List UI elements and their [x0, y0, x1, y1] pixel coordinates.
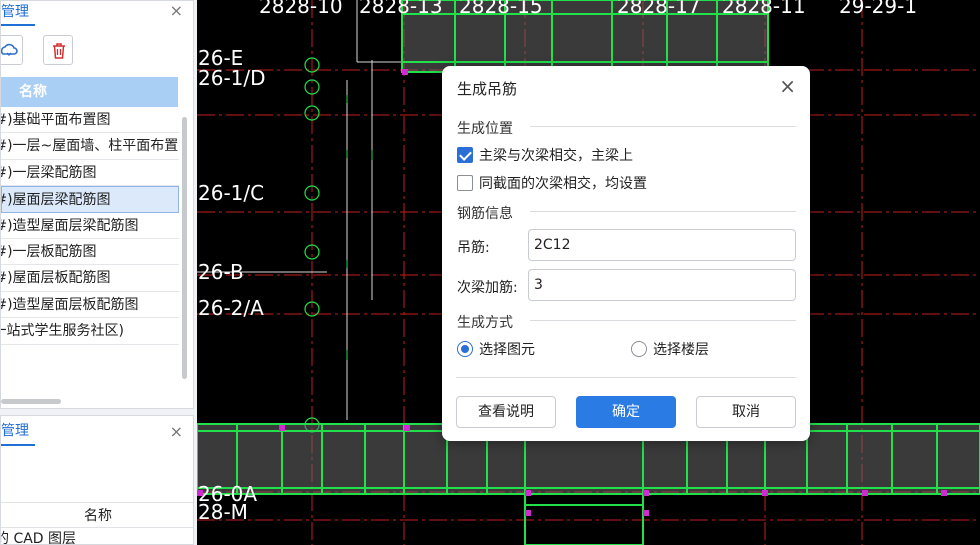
layer-list-item[interactable]: 的 CAD 图层	[0, 528, 77, 545]
radio-select-floor[interactable]: 选择楼层	[631, 339, 709, 359]
horizontal-scrollbar[interactable]	[1, 399, 61, 404]
axis-label-left: 26-B	[198, 260, 244, 284]
list-item-label: (1#)一层梁配筋图	[1, 164, 97, 181]
list-item-label: (1#)一层~屋面墙、柱平面布置图	[1, 138, 179, 155]
panel-tab-drawing-management[interactable]: 管理	[1, 1, 151, 25]
cloud-refresh-icon	[1, 43, 18, 56]
layer-column-header-name: 名称	[1, 502, 193, 528]
axis-label-top: 2828-15	[459, 0, 543, 18]
list-item[interactable]: (1#)造型屋面层梁配筋图	[1, 213, 179, 239]
checkbox-label: 同截面的次梁相交，均设置	[479, 176, 647, 192]
section-divider	[530, 320, 796, 321]
secondary-beam-rebar-label: 次梁加筋:	[457, 280, 518, 296]
axis-label-left: 26-2/A	[198, 296, 264, 320]
axis-label-top: 2828-17	[617, 0, 701, 18]
layer-item-label: 的 CAD 图层	[0, 531, 77, 545]
list-item[interactable]: (1#)一层梁配筋图	[1, 160, 179, 187]
drawing-list: (1#)基础平面布置图 (1#)一层~屋面墙、柱平面布置图 (1#)一层梁配筋图…	[1, 107, 179, 345]
radio-unselected-icon	[631, 341, 647, 357]
list-item-selected[interactable]: (1#)屋面层梁配筋图	[1, 186, 179, 213]
delete-drawing-button[interactable]	[43, 35, 73, 65]
list-item[interactable]: (1#)造型屋面层板配筋图	[1, 292, 179, 319]
axis-label-left: 28-M	[198, 500, 248, 524]
list-item-label: (一站式学生服务社区)	[1, 323, 124, 340]
axis-label-left: 26-E	[198, 46, 244, 70]
close-icon[interactable]: ×	[170, 422, 183, 442]
active-tab-indicator	[1, 24, 35, 26]
axis-label-top: 2828-11	[722, 0, 806, 18]
list-item[interactable]: (1#)一层板配筋图	[1, 239, 179, 266]
radio-selected-icon	[457, 341, 473, 357]
section-title-rebar-info: 钢筋信息	[457, 206, 513, 222]
list-item-label: (1#)一层板配筋图	[1, 243, 97, 260]
checkbox-main-secondary-intersection[interactable]: 主梁与次梁相交，主梁上	[457, 145, 633, 165]
secondary-beam-rebar-input[interactable]: 3	[528, 269, 796, 301]
section-title-method: 生成方式	[457, 315, 513, 331]
list-item[interactable]: (一站式学生服务社区)	[1, 318, 179, 345]
generate-hanger-rebar-dialog: 生成吊筋 × 生成位置 主梁与次梁相交，主梁上 同截面的次梁相交，均设置 钢筋信…	[442, 66, 810, 441]
radio-label: 选择楼层	[653, 342, 709, 358]
hanger-rebar-label: 吊筋:	[457, 240, 490, 256]
list-item-label: (1#)造型屋面层板配筋图	[1, 296, 139, 313]
active-tab-indicator	[1, 444, 35, 446]
left-sidebar: 管理 × 名称 (1#)基础平面布置图 (1#)一层~屋面墙、柱平面布置图 (1…	[0, 0, 197, 545]
import-drawing-button[interactable]	[1, 35, 23, 65]
footer-divider	[456, 377, 796, 378]
vertical-scrollbar[interactable]	[182, 117, 187, 379]
checkbox-same-section[interactable]: 同截面的次梁相交，均设置	[457, 173, 647, 193]
dialog-title: 生成吊筋	[457, 80, 518, 98]
close-icon[interactable]: ×	[779, 76, 796, 96]
section-title-position: 生成位置	[457, 121, 513, 137]
cancel-button[interactable]: 取消	[696, 396, 796, 428]
checkbox-checked-icon	[457, 147, 473, 163]
list-item-label: (1#)屋面层板配筋图	[1, 270, 111, 287]
list-item[interactable]: (1#)基础平面布置图	[1, 107, 179, 134]
radio-select-element[interactable]: 选择图元	[457, 339, 535, 359]
layer-management-panel: 管理 × 名称 的 CAD 图层	[0, 415, 194, 545]
view-help-button[interactable]: 查看说明	[456, 396, 556, 428]
checkbox-unchecked-icon	[457, 175, 473, 191]
hanger-rebar-input[interactable]: 2C12	[528, 229, 796, 261]
checkbox-label: 主梁与次梁相交，主梁上	[479, 148, 633, 164]
confirm-button[interactable]: 确定	[576, 396, 676, 428]
axis-label-left: 26-1/D	[198, 66, 266, 90]
close-icon[interactable]: ×	[170, 1, 183, 21]
section-divider	[530, 211, 796, 212]
axis-label-top: 2828-10	[259, 0, 343, 18]
list-column-header-name: 名称	[1, 77, 178, 107]
list-item[interactable]: (1#)屋面层板配筋图	[1, 265, 179, 292]
drawing-management-panel: 管理 × 名称 (1#)基础平面布置图 (1#)一层~屋面墙、柱平面布置图 (1…	[0, 0, 194, 409]
list-item-label: (1#)基础平面布置图	[1, 112, 111, 128]
axis-label-left: 26-1/C	[198, 181, 265, 205]
list-item-label: (1#)屋面层梁配筋图	[2, 192, 111, 209]
list-item[interactable]: (1#)一层~屋面墙、柱平面布置图	[1, 133, 179, 160]
section-divider	[530, 126, 796, 127]
panel-tab-layer-management[interactable]: 管理	[1, 420, 151, 444]
axis-label-top: 29-29-1	[839, 0, 918, 18]
list-item-label: (1#)造型屋面层梁配筋图	[1, 217, 139, 234]
trash-icon	[53, 43, 65, 59]
axis-label-top: 2828-13	[359, 0, 443, 18]
radio-label: 选择图元	[479, 342, 535, 358]
